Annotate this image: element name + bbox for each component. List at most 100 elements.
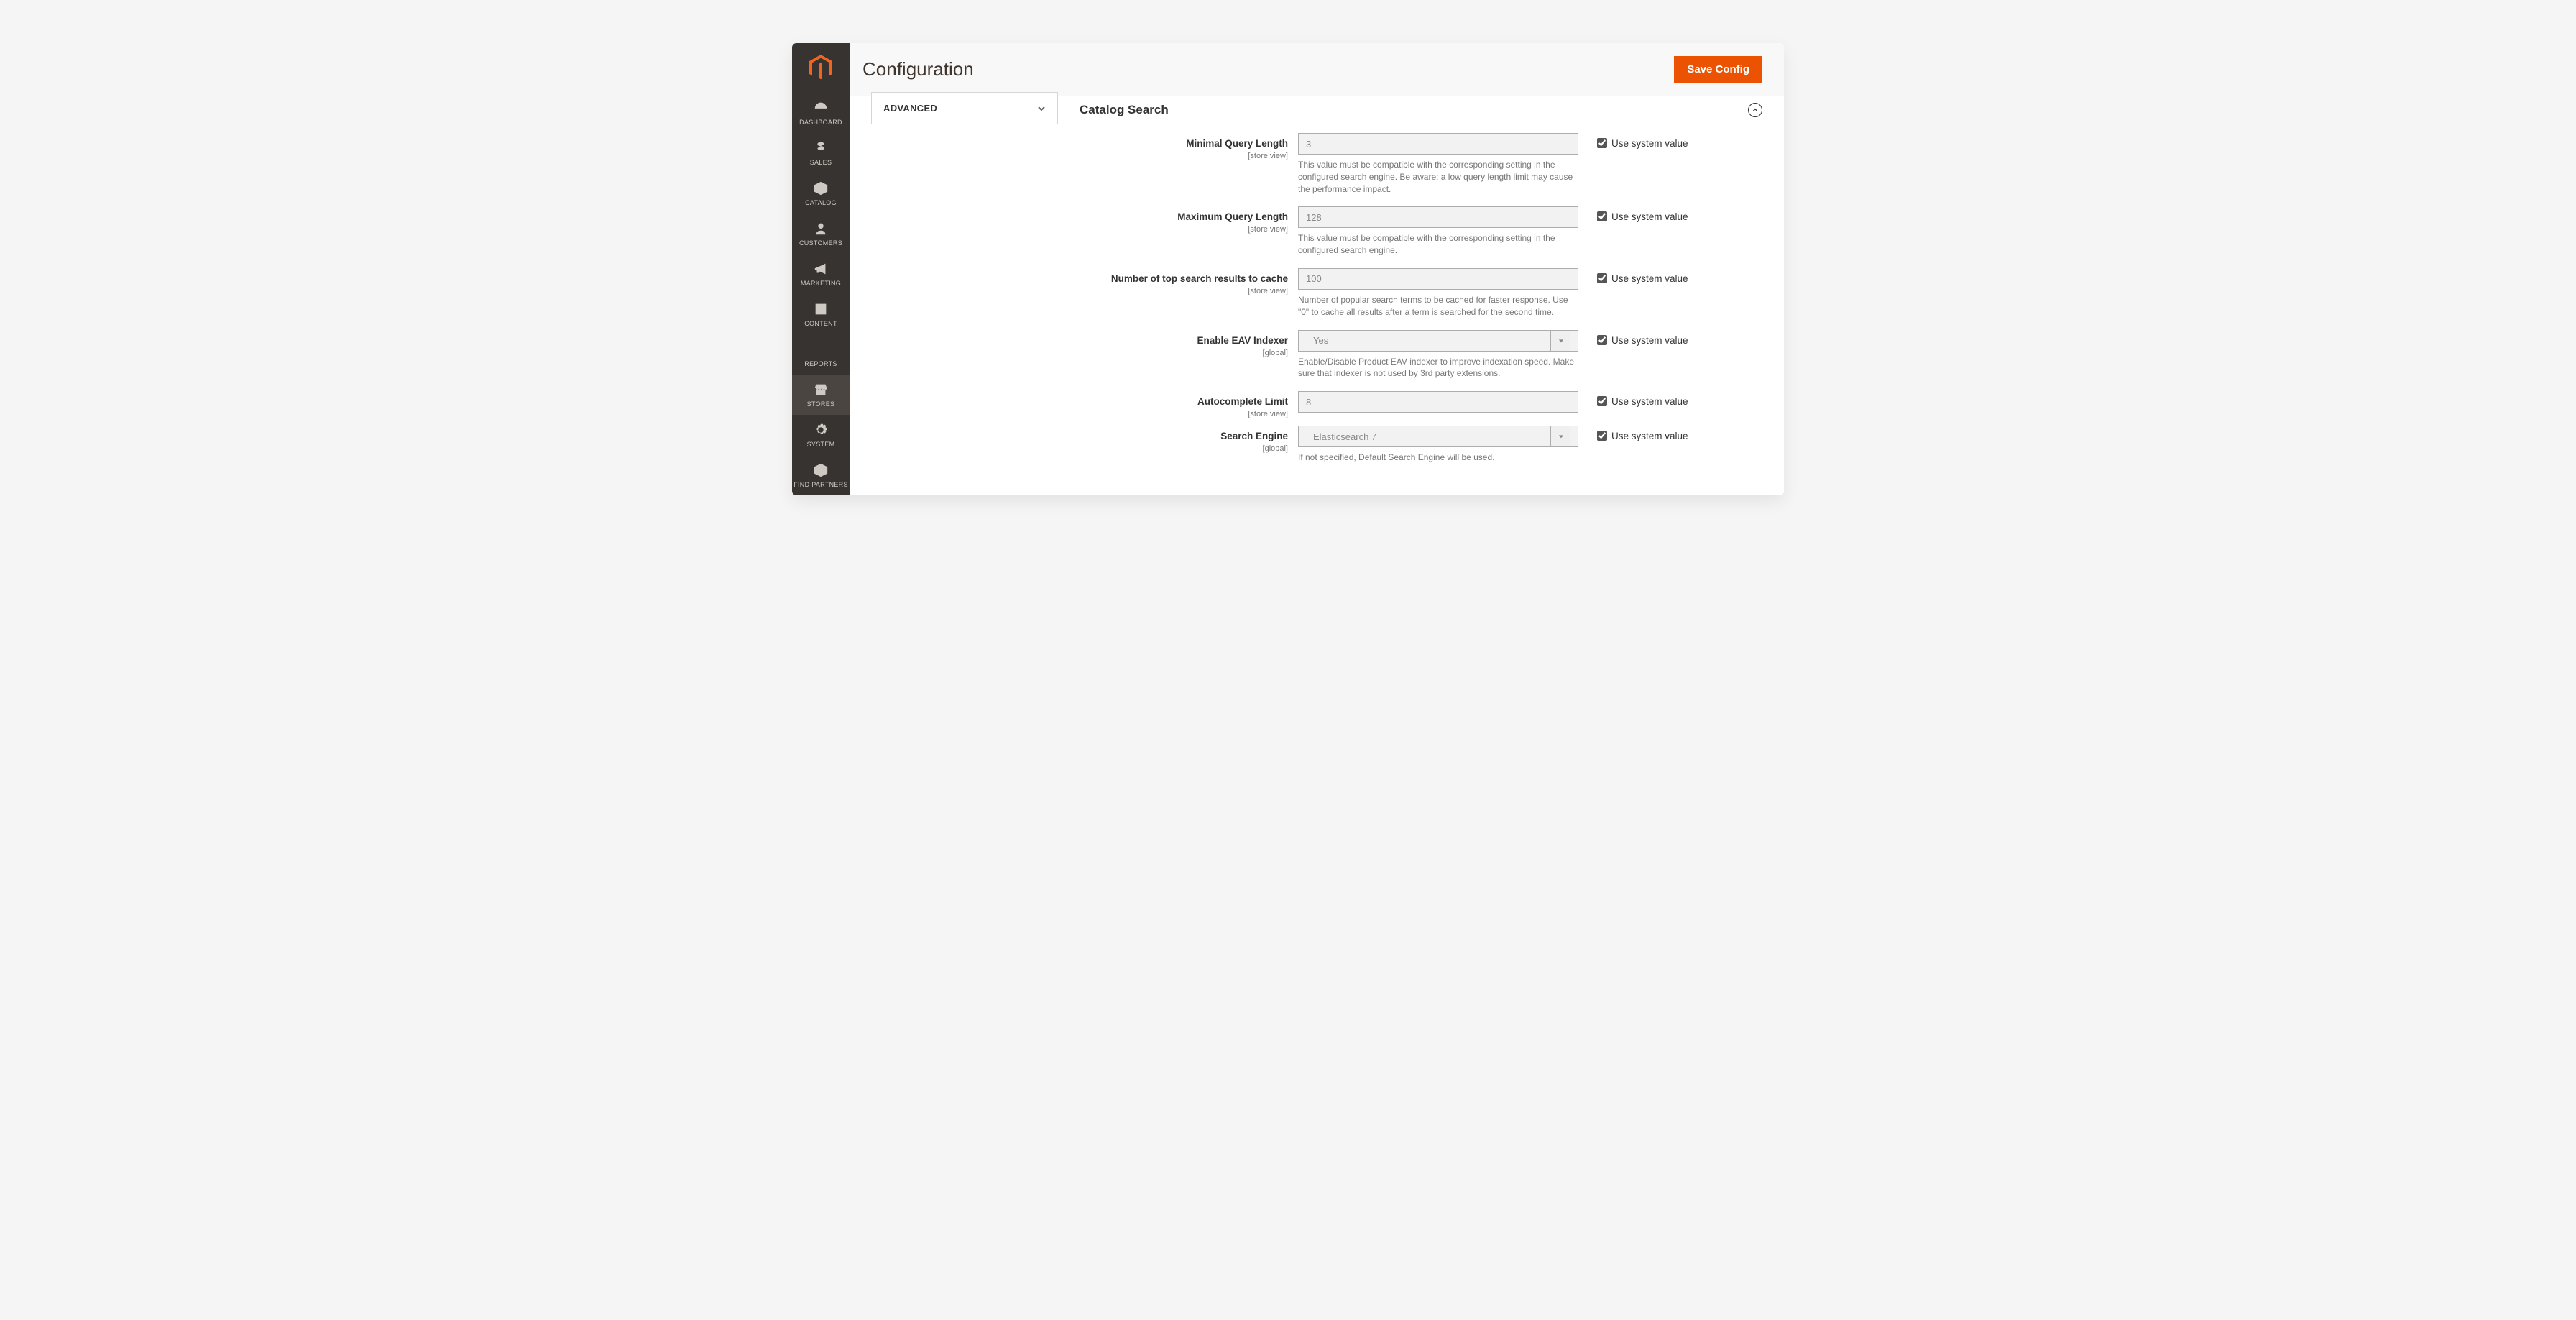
nav-content[interactable]: CONTENT [792,294,850,334]
use-system-value-col: Use system value [1588,391,1688,423]
field-help: Number of popular search terms to be cac… [1298,294,1578,318]
fields-container: Minimal Query Length [store view] This val… [1080,133,1762,472]
config-nav-advanced[interactable]: ADVANCED [871,92,1058,124]
select-value: Elasticsearch 7 [1306,431,1550,442]
use-system-value-label[interactable]: Use system value [1611,396,1688,407]
text-input[interactable] [1298,268,1578,290]
caret-down-icon [1550,426,1570,446]
nav-sales[interactable]: SALES [792,133,850,173]
config-nav-label: ADVANCED [883,103,937,114]
field-scope: [store view] [1080,410,1288,418]
admin-sidebar: DASHBOARD SALES CATALOG CUSTOMERS MARKET… [792,43,850,495]
field-row: Search Engine [global] Elasticsearch 7 If n… [1080,426,1762,472]
use-system-value-col: Use system value [1588,268,1688,327]
nav-find-partners[interactable]: FIND PARTNERS [792,455,850,495]
nav-dashboard[interactable]: DASHBOARD [792,93,850,133]
text-input[interactable] [1298,133,1578,155]
field-help: This value must be compatible with the c… [1298,159,1578,195]
nav-label: CUSTOMERS [799,239,842,247]
chevron-down-icon [1037,104,1046,113]
collapse-section-button[interactable] [1748,103,1762,117]
use-system-value-col: Use system value [1588,133,1688,203]
nav-label: DASHBOARD [799,119,842,126]
field-label: Enable EAV Indexer [1197,335,1288,346]
field-scope: [store view] [1080,287,1288,295]
nav-label: MARKETING [801,280,841,287]
nav-label: REPORTS [804,360,837,367]
nav-marketing[interactable]: MARKETING [792,254,850,294]
nav-system[interactable]: SYSTEM [792,415,850,455]
use-system-value-col: Use system value [1588,206,1688,265]
field-input-col: This value must be compatible with the c… [1298,133,1578,203]
config-body: Catalog Search Minimal Query Length [stor… [1058,96,1784,495]
select-input[interactable]: Elasticsearch 7 [1298,426,1578,447]
box-icon [812,180,829,196]
nav-reports[interactable]: REPORTS [792,334,850,375]
field-label-col: Search Engine [global] [1080,426,1288,472]
save-config-button[interactable]: Save Config [1674,56,1762,83]
field-label-col: Number of top search results to cache[st… [1080,268,1288,327]
text-input[interactable] [1298,391,1578,413]
section-header[interactable]: Catalog Search [1080,98,1762,133]
person-icon [812,221,829,237]
partners-icon [812,462,829,478]
field-label-col: Maximum Query Length [store view] [1080,206,1288,265]
field-row: Minimal Query Length [store view] This val… [1080,133,1762,203]
app-window: DASHBOARD SALES CATALOG CUSTOMERS MARKET… [792,43,1784,495]
field-label: Maximum Query Length [1177,211,1288,222]
use-system-value-checkbox[interactable] [1597,431,1607,441]
use-system-value-col: Use system value [1588,330,1688,389]
field-help: This value must be compatible with the c… [1298,232,1578,257]
field-label: Search Engine [1220,431,1288,441]
use-system-value-checkbox[interactable] [1597,273,1607,283]
nav-customers[interactable]: CUSTOMERS [792,214,850,254]
use-system-value-checkbox[interactable] [1597,138,1607,148]
nav-label: SALES [810,159,832,166]
magento-logo-icon[interactable] [805,52,837,83]
use-system-value-checkbox[interactable] [1597,211,1607,221]
field-scope: [store view] [1080,152,1288,160]
nav-stores[interactable]: STORES [792,375,850,415]
select-input[interactable]: Yes [1298,330,1578,352]
select-value: Yes [1306,335,1550,346]
gear-icon [812,422,829,438]
page-title: Configuration [862,58,974,81]
dollar-icon [812,140,829,156]
use-system-value-label[interactable]: Use system value [1611,431,1688,441]
field-scope: [store view] [1080,225,1288,234]
field-input-col [1298,391,1578,423]
field-help: Enable/Disable Product EAV indexer to im… [1298,356,1578,380]
use-system-value-checkbox[interactable] [1597,335,1607,345]
section-title: Catalog Search [1080,103,1169,117]
field-label: Autocomplete Limit [1197,396,1288,407]
field-input-col: Number of popular search terms to be cac… [1298,268,1578,327]
field-row: Autocomplete Limit [store view] Use system… [1080,391,1762,423]
field-row: Maximum Query Length [store view] This val… [1080,206,1762,265]
nav-label: CATALOG [805,199,837,206]
field-label-col: Minimal Query Length [store view] [1080,133,1288,203]
field-label: Minimal Query Length [1186,138,1288,149]
page-header: Configuration Save Config [850,43,1784,96]
nav-label: FIND PARTNERS [794,481,848,488]
nav-label: CONTENT [804,320,837,327]
chart-icon [812,342,829,357]
chevron-up-icon [1752,107,1758,113]
content-area: ADVANCED Catalog Search Minimal Query Le… [850,96,1784,495]
content-icon [812,301,829,317]
field-label-col: Autocomplete Limit [store view] [1080,391,1288,423]
field-help: If not specified, Default Search Engine … [1298,452,1578,464]
field-input-col: Yes Enable/Disable Product EAV indexer to… [1298,330,1578,389]
use-system-value-label[interactable]: Use system value [1611,211,1688,222]
nav-catalog[interactable]: CATALOG [792,173,850,214]
field-input-col: This value must be compatible with the c… [1298,206,1578,265]
use-system-value-checkbox[interactable] [1597,396,1607,406]
field-input-col: Elasticsearch 7 If not specified, Default… [1298,426,1578,472]
use-system-value-label[interactable]: Use system value [1611,138,1688,149]
store-icon [812,382,829,398]
use-system-value-label[interactable]: Use system value [1611,335,1688,346]
field-scope: [global] [1080,444,1288,453]
use-system-value-col: Use system value [1588,426,1688,472]
dashboard-icon [812,100,829,116]
use-system-value-label[interactable]: Use system value [1611,273,1688,284]
text-input[interactable] [1298,206,1578,228]
